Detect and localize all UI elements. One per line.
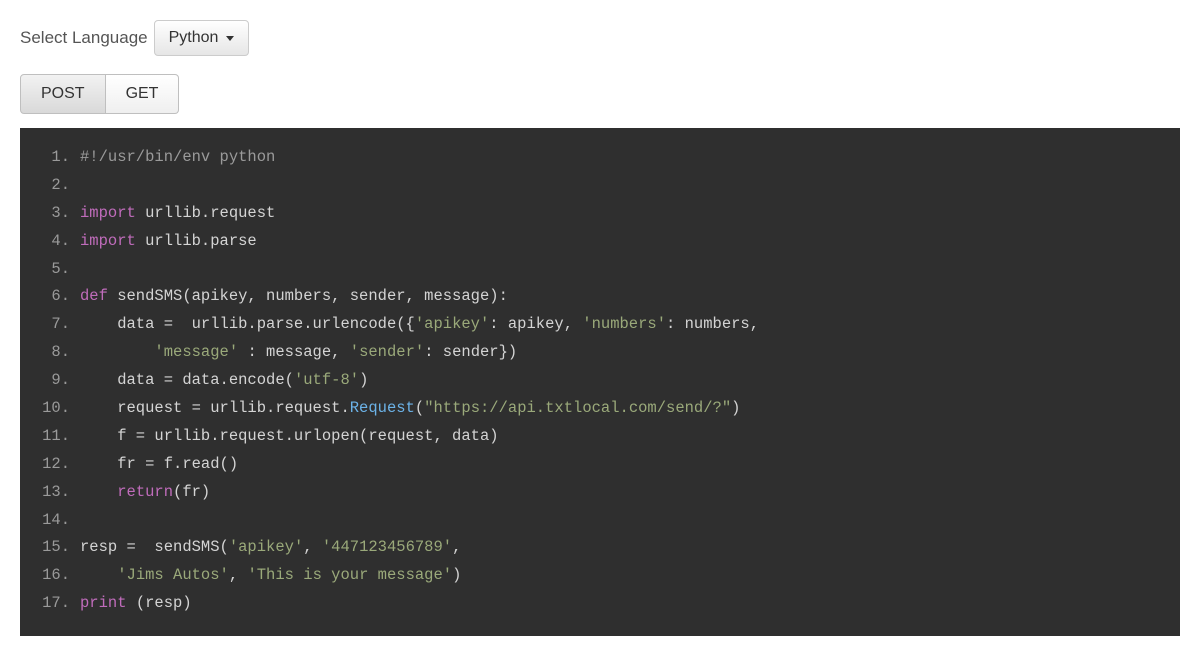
line-number: 15 [42,534,76,562]
language-select-row: Select Language Python [20,20,1180,56]
code-line: 13 return(fr) [42,479,1158,507]
code-text: #!/usr/bin/env python [76,144,275,172]
line-number: 3 [42,200,76,228]
line-number: 10 [42,395,76,423]
language-select-label: Select Language [20,28,148,48]
chevron-down-icon [226,36,234,41]
code-text: import urllib.request [76,200,275,228]
code-text: 'message' : message, 'sender': sender}) [76,339,517,367]
line-number: 17 [42,590,76,618]
code-line: 4import urllib.parse [42,228,1158,256]
line-number: 5 [42,256,76,284]
line-number: 1 [42,144,76,172]
code-line: 16 'Jims Autos', 'This is your message') [42,562,1158,590]
code-line: 10 request = urllib.request.Request("htt… [42,395,1158,423]
code-text [76,256,80,284]
code-line: 17print (resp) [42,590,1158,618]
code-line: 7 data = urllib.parse.urlencode({'apikey… [42,311,1158,339]
line-number: 9 [42,367,76,395]
code-text: data = data.encode('utf-8') [76,367,368,395]
code-line: 15resp = sendSMS('apikey', '447123456789… [42,534,1158,562]
code-line: 14 [42,507,1158,535]
code-text [76,507,80,535]
line-number: 12 [42,451,76,479]
line-number: 11 [42,423,76,451]
line-number: 16 [42,562,76,590]
code-line: 3import urllib.request [42,200,1158,228]
code-text: fr = f.read() [76,451,238,479]
code-line: 6def sendSMS(apikey, numbers, sender, me… [42,283,1158,311]
line-number: 8 [42,339,76,367]
code-text: f = urllib.request.urlopen(request, data… [76,423,499,451]
language-dropdown-selected: Python [169,29,219,47]
line-number: 7 [42,311,76,339]
code-text: data = urllib.parse.urlencode({'apikey':… [76,311,759,339]
code-text: def sendSMS(apikey, numbers, sender, mes… [76,283,508,311]
code-text: request = urllib.request.Request("https:… [76,395,740,423]
code-text [76,172,80,200]
code-text: resp = sendSMS('apikey', '447123456789', [76,534,461,562]
line-number: 6 [42,283,76,311]
code-line: 11 f = urllib.request.urlopen(request, d… [42,423,1158,451]
tab-get[interactable]: GET [106,74,180,114]
line-number: 4 [42,228,76,256]
code-text: 'Jims Autos', 'This is your message') [76,562,461,590]
code-line: 2 [42,172,1158,200]
code-line: 9 data = data.encode('utf-8') [42,367,1158,395]
code-text: return(fr) [76,479,210,507]
code-line: 1#!/usr/bin/env python [42,144,1158,172]
code-line: 8 'message' : message, 'sender': sender}… [42,339,1158,367]
code-line: 5 [42,256,1158,284]
code-line: 12 fr = f.read() [42,451,1158,479]
line-number: 13 [42,479,76,507]
language-dropdown[interactable]: Python [154,20,250,56]
method-tabs: POST GET [20,74,1180,114]
code-text: print (resp) [76,590,192,618]
line-number: 14 [42,507,76,535]
tab-post[interactable]: POST [20,74,106,114]
code-text: import urllib.parse [76,228,257,256]
line-number: 2 [42,172,76,200]
code-block[interactable]: 1#!/usr/bin/env python23import urllib.re… [20,128,1180,636]
